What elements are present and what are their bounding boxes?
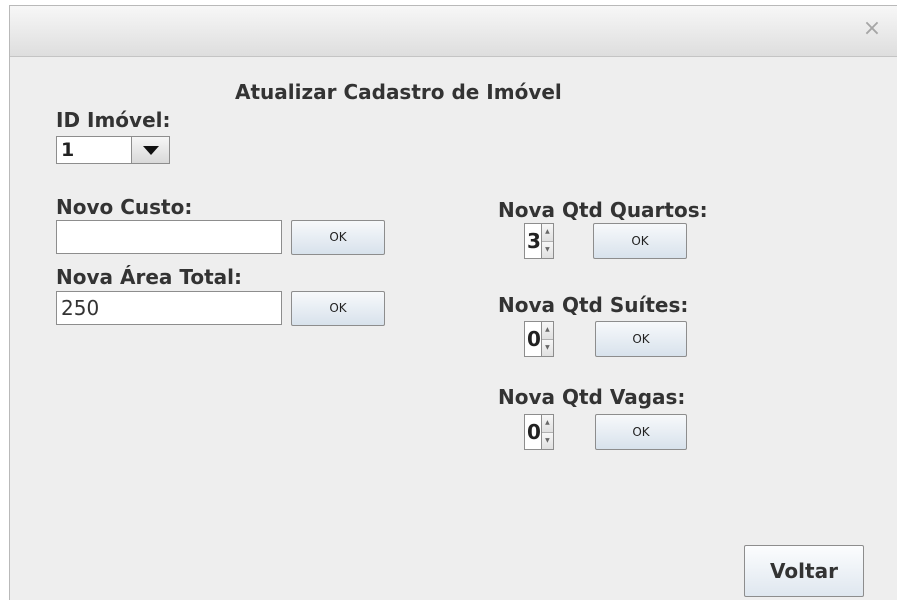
- novo-custo-label: Novo Custo:: [56, 195, 193, 219]
- novo-custo-input[interactable]: [56, 220, 282, 254]
- nova-qtd-vagas-label: Nova Qtd Vagas:: [498, 385, 686, 409]
- nova-qtd-suites-label: Nova Qtd Suítes:: [498, 293, 689, 317]
- id-imovel-label: ID Imóvel:: [56, 108, 171, 132]
- arrow-down-icon[interactable]: ▼: [541, 339, 553, 356]
- vagas-spinner[interactable]: 0 ▲ ▼: [524, 414, 554, 450]
- vagas-ok-button[interactable]: OK: [595, 414, 687, 450]
- arrow-up-icon[interactable]: ▲: [541, 224, 553, 242]
- dropdown-button[interactable]: [131, 137, 169, 163]
- nova-area-input[interactable]: [56, 291, 282, 325]
- arrow-down-icon[interactable]: ▼: [541, 241, 553, 258]
- voltar-button[interactable]: Voltar: [744, 545, 864, 597]
- arrow-up-icon[interactable]: ▲: [541, 322, 553, 340]
- dialog-window: × Atualizar Cadastro de Imóvel ID Imóvel…: [9, 5, 897, 600]
- suites-spinner[interactable]: 0 ▲ ▼: [524, 321, 554, 357]
- title-bar: ×: [10, 6, 897, 57]
- nova-qtd-quartos-label: Nova Qtd Quartos:: [498, 198, 708, 222]
- arrow-down-icon[interactable]: ▼: [541, 432, 553, 449]
- nova-area-ok-button[interactable]: OK: [291, 291, 385, 326]
- close-icon[interactable]: ×: [861, 18, 883, 40]
- quartos-spinner[interactable]: 3 ▲ ▼: [524, 223, 554, 259]
- novo-custo-ok-button[interactable]: OK: [291, 220, 385, 255]
- nova-area-label: Nova Área Total:: [56, 265, 242, 289]
- suites-value: 0: [527, 327, 541, 351]
- vagas-value: 0: [527, 420, 541, 444]
- arrow-up-icon[interactable]: ▲: [541, 415, 553, 433]
- id-imovel-select[interactable]: 1: [56, 136, 170, 164]
- quartos-ok-button[interactable]: OK: [593, 223, 687, 259]
- quartos-value: 3: [527, 229, 541, 253]
- id-imovel-value: 1: [61, 139, 75, 161]
- suites-ok-button[interactable]: OK: [595, 321, 687, 357]
- dialog-title: Atualizar Cadastro de Imóvel: [235, 80, 562, 104]
- chevron-down-icon: [142, 145, 159, 155]
